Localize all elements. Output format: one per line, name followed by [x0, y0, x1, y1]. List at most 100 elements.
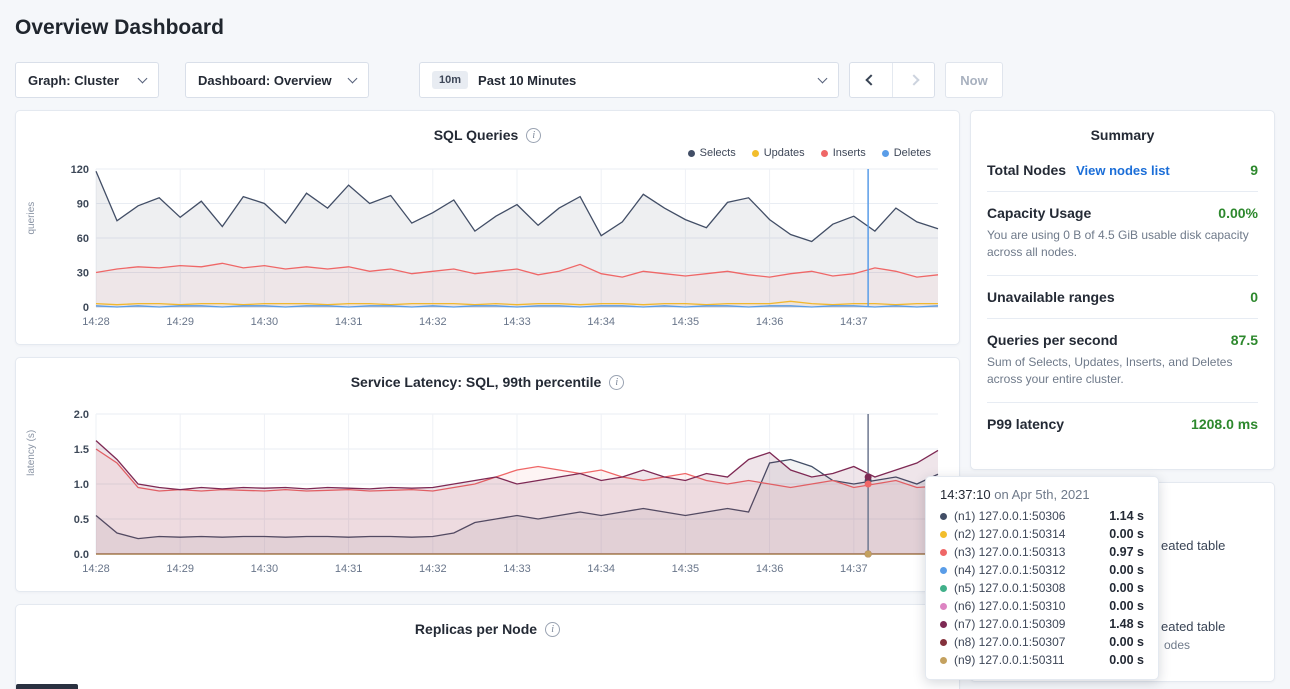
- svg-text:14:32: 14:32: [419, 563, 447, 575]
- event-text-fragment: odes: [1164, 638, 1190, 652]
- summary-panel: Summary Total Nodes View nodes list 9 Ca…: [970, 110, 1275, 470]
- chart-hover-tooltip: 14:37:10 on Apr 5th, 2021 (n1) 127.0.0.1…: [925, 476, 1159, 680]
- node-color-dot: [940, 621, 947, 628]
- legend-item-selects[interactable]: Selects: [688, 145, 736, 161]
- svg-text:60: 60: [77, 233, 89, 245]
- sql-queries-plot[interactable]: 030609012014:2814:2914:3014:3114:3214:33…: [48, 161, 948, 331]
- summary-label: P99 latency: [987, 416, 1064, 432]
- partial-chart-element: [16, 684, 78, 689]
- svg-text:14:33: 14:33: [503, 563, 531, 575]
- svg-text:14:36: 14:36: [756, 563, 784, 575]
- tooltip-row-n7: (n7) 127.0.0.1:503091.48 s: [940, 615, 1144, 633]
- chevron-down-icon: [348, 73, 358, 83]
- svg-text:14:36: 14:36: [756, 316, 784, 328]
- summary-value: 0.00%: [1218, 205, 1258, 221]
- svg-text:14:28: 14:28: [82, 316, 110, 328]
- summary-label: Queries per second: [987, 332, 1118, 348]
- time-range-badge: 10m: [432, 71, 468, 89]
- service-latency-chart-card: Service Latency: SQL, 99th percentile i …: [15, 357, 960, 592]
- time-step-group: [849, 62, 935, 98]
- summary-value: 9: [1250, 162, 1258, 178]
- summary-row-queries-per-second: Queries per second 87.5 Sum of Selects, …: [987, 319, 1258, 403]
- summary-label: Capacity Usage: [987, 205, 1091, 221]
- svg-text:14:28: 14:28: [82, 563, 110, 575]
- legend-item-updates[interactable]: Updates: [752, 145, 805, 161]
- chevron-right-icon: [908, 74, 919, 85]
- svg-text:14:37: 14:37: [840, 563, 868, 575]
- tooltip-timestamp: 14:37:10 on Apr 5th, 2021: [940, 487, 1144, 507]
- svg-text:14:31: 14:31: [335, 563, 363, 575]
- svg-text:0: 0: [83, 302, 89, 314]
- legend-dot: [688, 150, 695, 157]
- summary-row-unavailable-ranges: Unavailable ranges 0: [987, 276, 1258, 319]
- time-range-label: Past 10 Minutes: [478, 73, 576, 88]
- node-color-dot: [940, 549, 947, 556]
- svg-text:14:34: 14:34: [587, 563, 615, 575]
- replicas-per-node-chart-card: Replicas per Node i: [15, 604, 960, 689]
- summary-value: 1208.0 ms: [1191, 416, 1258, 432]
- toolbar: Graph: Cluster Dashboard: Overview 10m P…: [15, 62, 1275, 98]
- summary-value: 0: [1250, 289, 1258, 305]
- svg-text:1.0: 1.0: [74, 479, 89, 491]
- svg-text:2.0: 2.0: [74, 409, 89, 421]
- legend-dot: [882, 150, 889, 157]
- graph-dropdown[interactable]: Graph: Cluster: [15, 62, 159, 98]
- summary-label: Total Nodes: [987, 162, 1066, 178]
- svg-text:0.5: 0.5: [74, 514, 89, 526]
- svg-text:14:33: 14:33: [503, 316, 531, 328]
- node-color-dot: [940, 513, 947, 520]
- next-time-button[interactable]: [892, 63, 934, 97]
- svg-text:14:35: 14:35: [672, 316, 700, 328]
- node-color-dot: [940, 567, 947, 574]
- tooltip-row-n9: (n9) 127.0.0.1:503110.00 s: [940, 651, 1144, 669]
- summary-label: Unavailable ranges: [987, 289, 1115, 305]
- legend-item-inserts[interactable]: Inserts: [821, 145, 866, 161]
- node-color-dot: [940, 585, 947, 592]
- service-latency-plot[interactable]: 0.00.51.01.52.014:2814:2914:3014:3114:32…: [48, 406, 948, 578]
- summary-value: 87.5: [1231, 332, 1258, 348]
- node-color-dot: [940, 603, 947, 610]
- page-title: Overview Dashboard: [0, 0, 1290, 40]
- svg-text:30: 30: [77, 268, 89, 280]
- legend-item-deletes[interactable]: Deletes: [882, 145, 931, 161]
- summary-row-p99-latency: P99 latency 1208.0 ms: [987, 403, 1258, 445]
- svg-text:1.5: 1.5: [74, 444, 89, 456]
- svg-text:14:30: 14:30: [251, 563, 279, 575]
- svg-text:14:31: 14:31: [335, 316, 363, 328]
- svg-text:90: 90: [77, 199, 89, 211]
- svg-text:0.0: 0.0: [74, 549, 89, 561]
- info-icon[interactable]: i: [526, 128, 541, 143]
- svg-text:14:29: 14:29: [166, 316, 194, 328]
- node-color-dot: [940, 657, 947, 664]
- dashboard-dropdown-label: Dashboard: Overview: [198, 73, 332, 88]
- tooltip-row-n2: (n2) 127.0.0.1:503140.00 s: [940, 525, 1144, 543]
- info-icon[interactable]: i: [609, 375, 624, 390]
- info-icon[interactable]: i: [545, 622, 560, 637]
- prev-time-button[interactable]: [850, 63, 892, 97]
- now-button[interactable]: Now: [945, 62, 1003, 98]
- dashboard-dropdown[interactable]: Dashboard: Overview: [185, 62, 369, 98]
- svg-text:120: 120: [71, 164, 89, 176]
- summary-description: Sum of Selects, Updates, Inserts, and De…: [987, 354, 1258, 389]
- tooltip-row-n6: (n6) 127.0.0.1:503100.00 s: [940, 597, 1144, 615]
- node-color-dot: [940, 531, 947, 538]
- y-axis-label: latency (s): [26, 430, 37, 476]
- tooltip-row-n4: (n4) 127.0.0.1:503120.00 s: [940, 561, 1144, 579]
- tooltip-row-n8: (n8) 127.0.0.1:503070.00 s: [940, 633, 1144, 651]
- view-nodes-list-link[interactable]: View nodes list: [1076, 163, 1170, 178]
- node-color-dot: [940, 639, 947, 646]
- legend-dot: [821, 150, 828, 157]
- svg-text:14:35: 14:35: [672, 563, 700, 575]
- chart-title: SQL Queries: [434, 127, 519, 143]
- svg-text:14:34: 14:34: [587, 316, 615, 328]
- chevron-down-icon: [138, 73, 148, 83]
- time-range-dropdown[interactable]: 10m Past 10 Minutes: [419, 62, 839, 98]
- graph-dropdown-label: Graph: Cluster: [28, 73, 119, 88]
- event-text-fragment: eated table: [1161, 538, 1225, 553]
- tooltip-row-n1: (n1) 127.0.0.1:503061.14 s: [940, 507, 1144, 525]
- chart-title: Service Latency: SQL, 99th percentile: [351, 374, 602, 390]
- tooltip-row-n3: (n3) 127.0.0.1:503130.97 s: [940, 543, 1144, 561]
- chevron-down-icon: [818, 73, 828, 83]
- sql-queries-chart-card: SQL Queries i Selects Updates Inserts De…: [15, 110, 960, 345]
- svg-text:14:37: 14:37: [840, 316, 868, 328]
